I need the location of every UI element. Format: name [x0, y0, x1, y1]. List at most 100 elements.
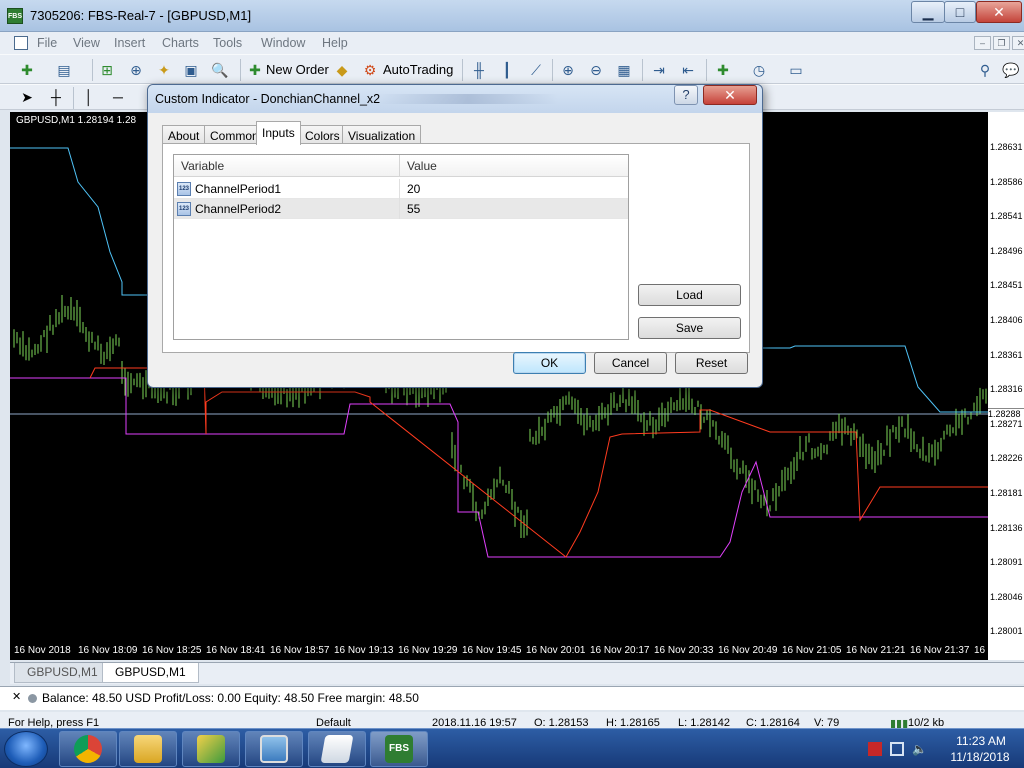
chart-shift-icon[interactable]: ⇤ [679, 61, 697, 79]
time-tick-label: 16 Nov 20:17 [590, 645, 650, 656]
maximize-button[interactable]: □ [944, 1, 976, 23]
ok-button[interactable]: OK [513, 352, 586, 374]
time-tick-label: 16 Nov 18:25 [142, 645, 202, 656]
clock-date[interactable]: 11/18/2018 [942, 750, 1018, 764]
param-name: ChannelPeriod2 [195, 202, 282, 216]
tab-inputs[interactable]: Inputs [256, 121, 301, 145]
mdi-minimize-button[interactable]: – [974, 36, 991, 50]
taskbar-fbs[interactable]: FBS [370, 731, 428, 767]
time-tick-label: 16 Nov 2018 [14, 645, 71, 656]
templates-icon[interactable]: ▭ [787, 61, 805, 79]
periods-icon[interactable]: ◷ [750, 61, 768, 79]
help-button[interactable]: ? [674, 85, 698, 105]
minimize-button[interactable]: ▁ [911, 1, 945, 23]
terminal-close-icon[interactable]: ✕ [12, 690, 21, 703]
taskbar-explorer[interactable] [119, 731, 177, 767]
price-tick-label: 1.28586 [990, 176, 1023, 187]
vertical-line-icon[interactable]: │ [80, 88, 98, 106]
menu-tools[interactable]: Tools [213, 36, 242, 50]
taskbar-notepad[interactable] [308, 731, 366, 767]
start-button[interactable] [4, 731, 48, 767]
price-tick-label: 1.28046 [990, 591, 1023, 602]
market-watch-icon[interactable]: ⊞ [98, 61, 116, 79]
volume-icon[interactable]: 🔈 [912, 742, 927, 756]
dialog-close-button[interactable]: ✕ [703, 85, 757, 105]
parameters-table[interactable]: Variable Value 123 ChannelPeriod1 20 123… [173, 154, 629, 340]
document-icon[interactable] [14, 36, 28, 50]
network-icon[interactable] [890, 742, 904, 756]
price-tick-label: 1.28181 [990, 488, 1023, 498]
autotrading-button[interactable]: AutoTrading [383, 62, 453, 77]
time-tick-label: 16 Nov 20:01 [526, 645, 586, 656]
metaeditor-icon[interactable]: ◆ [333, 61, 351, 79]
column-divider[interactable] [399, 155, 400, 177]
terminal-icon[interactable]: ▣ [182, 61, 200, 79]
mdi-restore-button[interactable]: ❐ [993, 36, 1010, 50]
price-tick-label: 1.28136 [990, 522, 1023, 533]
menu-window[interactable]: Window [261, 36, 305, 50]
menu-charts[interactable]: Charts [162, 36, 199, 50]
new-order-icon[interactable]: ✚ [246, 61, 264, 79]
strategy-tester-icon[interactable]: 🔍 [211, 61, 229, 79]
profiles-icon[interactable]: ▤ [55, 61, 73, 79]
account-summary: Balance: 48.50 USD Profit/Loss: 0.00 Equ… [42, 691, 419, 705]
menu-help[interactable]: Help [322, 36, 348, 50]
tile-windows-icon[interactable]: ▦ [615, 61, 633, 79]
current-price-tag: 1.28288 [988, 408, 1024, 419]
action-center-icon[interactable] [868, 742, 882, 756]
reset-button[interactable]: Reset [675, 352, 748, 374]
folder-icon [134, 735, 162, 763]
table-row-selected[interactable]: 123 ChannelPeriod2 55 [174, 199, 628, 219]
param-value[interactable]: 55 [407, 202, 420, 216]
horizontal-line-icon[interactable]: ─ [109, 88, 127, 106]
taskbar-app[interactable] [182, 731, 240, 767]
price-tick-label: 1.28451 [990, 280, 1023, 291]
clock-time[interactable]: 11:23 AM [946, 734, 1016, 748]
save-button[interactable]: Save [638, 317, 741, 339]
row-divider [399, 179, 400, 199]
new-order-button[interactable]: New Order [266, 62, 329, 77]
menu-file[interactable]: File [37, 36, 57, 50]
chat-icon[interactable]: 💬 [1002, 61, 1020, 79]
column-value[interactable]: Value [407, 159, 437, 173]
time-tick-label: 16 Nov 19:29 [398, 645, 458, 656]
taskbar-chrome[interactable] [59, 731, 117, 767]
column-variable[interactable]: Variable [181, 159, 224, 173]
tab-about[interactable]: About [162, 125, 206, 144]
chart-tab[interactable]: GBPUSD,M1 [14, 663, 111, 683]
autotrading-icon[interactable]: ⚙ [361, 61, 379, 79]
param-value[interactable]: 20 [407, 182, 420, 196]
taskbar-photos[interactable] [245, 731, 303, 767]
cursor-icon[interactable]: ➤ [18, 88, 36, 106]
indicators-icon[interactable]: ✚ [714, 61, 732, 79]
crosshair-target-icon[interactable]: ⊕ [127, 61, 145, 79]
notepad-icon [320, 735, 354, 763]
chart-tab-active[interactable]: GBPUSD,M1 [102, 663, 199, 683]
menu-view[interactable]: View [73, 36, 100, 50]
navigator-icon[interactable]: ✦ [155, 61, 173, 79]
tab-colors[interactable]: Colors [299, 125, 346, 144]
menu-insert[interactable]: Insert [114, 36, 145, 50]
close-button[interactable]: ✕ [976, 1, 1022, 23]
inputs-panel: Variable Value 123 ChannelPeriod1 20 123… [162, 143, 750, 353]
price-tick-label: 1.28001 [990, 626, 1023, 637]
chrome-icon [74, 735, 102, 763]
cancel-button[interactable]: Cancel [594, 352, 667, 374]
crosshair-icon[interactable]: ┼ [47, 88, 65, 106]
mdi-close-button[interactable]: ✕ [1012, 36, 1024, 50]
dialog-titlebar: Custom Indicator - DonchianChannel_x2 ? … [148, 85, 762, 113]
new-chart-icon[interactable]: ✚ [18, 61, 36, 79]
search-icon[interactable]: ⚲ [976, 61, 994, 79]
standard-toolbar: ✚ ▤ ⊞ ⊕ ✦ ▣ 🔍 ✚ New Order ◆ ⚙ AutoTradin… [0, 54, 1024, 84]
tab-visualization[interactable]: Visualization [342, 125, 422, 144]
zoom-in-icon[interactable]: ⊕ [559, 61, 577, 79]
auto-scroll-icon[interactable]: ⇥ [650, 61, 668, 79]
line-chart-icon[interactable]: ⟋ [527, 61, 545, 79]
bar-chart-icon[interactable]: ╫ [470, 61, 488, 79]
integer-type-icon: 123 [177, 202, 191, 216]
load-button[interactable]: Load [638, 284, 741, 306]
table-row[interactable]: 123 ChannelPeriod1 20 [174, 179, 628, 199]
zoom-out-icon[interactable]: ⊖ [587, 61, 605, 79]
candlestick-icon[interactable]: ┃ [498, 61, 516, 79]
terminal-panel: ✕ Balance: 48.50 USD Profit/Loss: 0.00 E… [0, 686, 1024, 710]
